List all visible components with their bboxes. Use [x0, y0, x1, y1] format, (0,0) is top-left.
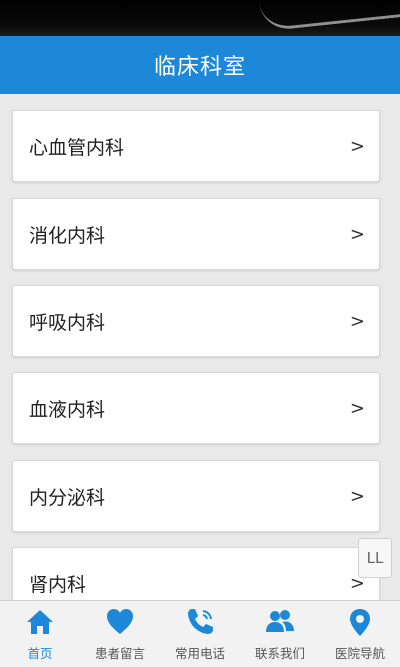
- department-label: 血液内科: [29, 398, 106, 421]
- tab-home[interactable]: 首页: [0, 601, 80, 667]
- location-pin-icon: [350, 609, 370, 636]
- heart-icon: [107, 609, 133, 634]
- people-icon: [266, 610, 294, 632]
- chevron-right-icon: >: [349, 135, 365, 157]
- home-icon: [27, 610, 53, 634]
- tab-label: 患者留言: [94, 646, 145, 661]
- department-item-nephrology[interactable]: 肾内科 >: [12, 547, 380, 600]
- scroll-to-top-button[interactable]: LL: [358, 538, 392, 578]
- department-item-respiratory[interactable]: 呼吸内科 >: [12, 285, 380, 357]
- tab-label: 医院导航: [334, 646, 385, 661]
- chevron-right-icon: >: [349, 310, 365, 332]
- department-item-endocrinology[interactable]: 内分泌科 >: [12, 460, 380, 532]
- tab-label: 常用电话: [174, 646, 225, 661]
- department-label: 消化内科: [29, 224, 106, 247]
- tab-patient-messages[interactable]: 患者留言: [80, 601, 160, 667]
- department-item-cardiology[interactable]: 心血管内科 >: [12, 110, 380, 182]
- phone-icon: [188, 609, 213, 634]
- department-item-hematology[interactable]: 血液内科 >: [12, 372, 380, 444]
- page-title: 临床科室: [153, 55, 246, 80]
- department-label: 心血管内科: [29, 136, 125, 159]
- department-label: 内分泌科: [29, 486, 106, 509]
- department-label: 呼吸内科: [29, 311, 106, 334]
- department-label: 肾内科: [29, 573, 87, 596]
- department-list: 心血管内科 > 消化内科 > 呼吸内科 > 血液内科 > 内分泌科 > 肾内科 …: [0, 94, 400, 600]
- scroll-button-label: LL: [366, 549, 384, 567]
- tab-common-phones[interactable]: 常用电话: [160, 601, 240, 667]
- tab-label: 联系我们: [254, 646, 305, 661]
- status-bar-gloss: [258, 0, 400, 32]
- tab-label: 首页: [27, 646, 53, 661]
- status-bar: [0, 0, 400, 36]
- tab-hospital-navigation[interactable]: 医院导航: [320, 601, 400, 667]
- chevron-right-icon: >: [349, 223, 365, 245]
- department-item-gastroenterology[interactable]: 消化内科 >: [12, 198, 380, 270]
- tab-contact-us[interactable]: 联系我们: [240, 601, 320, 667]
- chevron-right-icon: >: [349, 485, 365, 507]
- chevron-right-icon: >: [349, 397, 365, 419]
- bottom-tab-bar: 首页 患者留言 常用电话 联系我们 医院导航: [0, 600, 400, 667]
- app-header: 临床科室: [0, 36, 400, 94]
